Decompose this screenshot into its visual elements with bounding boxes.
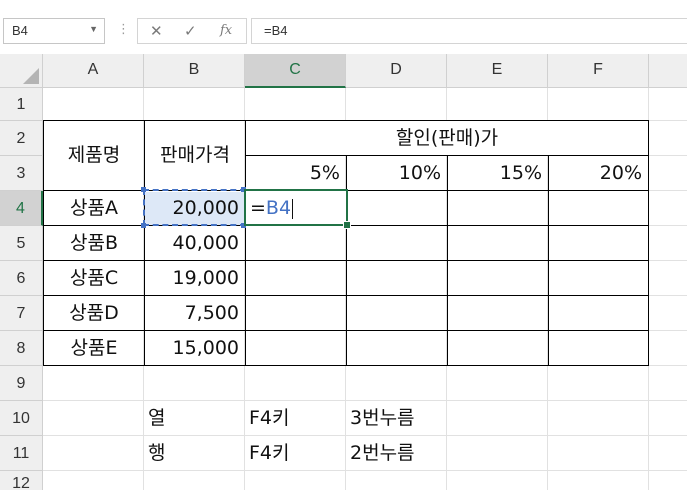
row-header-5[interactable]: 5 [0, 226, 43, 261]
formula-buttons: ✕ ✓ fx [137, 18, 247, 44]
editing-formula[interactable]: =B4 [246, 191, 346, 225]
header-sale-price[interactable]: 판매가격 [145, 121, 245, 190]
price-cell[interactable]: 7,500 [145, 296, 245, 330]
name-box[interactable]: B4 ▼ [3, 18, 105, 44]
price-cell[interactable]: 19,000 [145, 261, 245, 295]
note-key[interactable]: F4키 [245, 401, 345, 435]
rate-cell[interactable]: 10% [347, 156, 447, 190]
column-header-c[interactable]: C [245, 54, 346, 88]
formula-bar-area: B4 ▼ ⋮ ✕ ✓ fx =B4 [0, 8, 687, 50]
reference-handle[interactable] [141, 187, 146, 192]
row-header-6[interactable]: 6 [0, 261, 43, 296]
row-header-7[interactable]: 7 [0, 296, 43, 331]
formula-text: =B4 [264, 23, 288, 38]
row-header-4[interactable]: 4 [0, 191, 43, 226]
row-header-11[interactable]: 11 [0, 436, 43, 471]
formula-equals: = [250, 197, 266, 219]
rate-cell[interactable]: 5% [246, 156, 346, 190]
price-cell[interactable]: 15,000 [145, 331, 245, 365]
header-product-name[interactable]: 제품명 [44, 121, 144, 190]
column-header-b[interactable]: B [144, 54, 245, 88]
note-label-row[interactable]: 행 [144, 436, 244, 470]
column-header-g[interactable] [649, 54, 687, 88]
product-cell[interactable]: 상품D [44, 296, 144, 330]
row-header-9[interactable]: 9 [0, 366, 43, 401]
column-header-e[interactable]: E [447, 54, 548, 88]
note-desc[interactable]: 3번누름 [346, 401, 446, 435]
more-options-icon: ⋮ [117, 21, 130, 36]
rate-cell[interactable]: 20% [549, 156, 648, 190]
reference-marquee [143, 189, 246, 226]
formula-reference: B4 [265, 197, 292, 219]
note-label-column[interactable]: 열 [144, 401, 244, 435]
cancel-icon[interactable]: ✕ [150, 22, 163, 40]
note-desc[interactable]: 2번누름 [346, 436, 446, 470]
header-discount-price[interactable]: 할인(판매)가 [246, 121, 648, 155]
enter-check-icon[interactable]: ✓ [184, 22, 197, 40]
name-box-value: B4 [12, 23, 28, 38]
row-header-1[interactable]: 1 [0, 88, 43, 121]
formula-input[interactable]: =B4 [251, 18, 687, 44]
row-header-8[interactable]: 8 [0, 331, 43, 366]
price-cell[interactable]: 40,000 [145, 226, 245, 260]
column-header-f[interactable]: F [548, 54, 649, 88]
row-header-3[interactable]: 3 [0, 156, 43, 191]
spreadsheet-grid: A B C D E F 1 2 3 4 5 6 7 8 9 10 11 12 제… [0, 54, 687, 490]
reference-handle[interactable] [141, 223, 146, 228]
note-key[interactable]: F4키 [245, 436, 345, 470]
text-cursor [292, 198, 294, 219]
row-header-12[interactable]: 12 [0, 471, 43, 490]
product-cell[interactable]: 상품A [44, 191, 144, 225]
column-header-a[interactable]: A [43, 54, 144, 88]
product-cell[interactable]: 상품B [44, 226, 144, 260]
insert-function-icon[interactable]: fx [220, 23, 232, 38]
product-cell[interactable]: 상품C [44, 261, 144, 295]
row-header-10[interactable]: 10 [0, 401, 43, 436]
product-cell[interactable]: 상품E [44, 331, 144, 365]
chevron-down-icon[interactable]: ▼ [89, 24, 98, 34]
column-header-d[interactable]: D [346, 54, 447, 88]
select-all-button[interactable] [0, 54, 43, 88]
rate-cell[interactable]: 15% [448, 156, 548, 190]
row-header-2[interactable]: 2 [0, 121, 43, 156]
